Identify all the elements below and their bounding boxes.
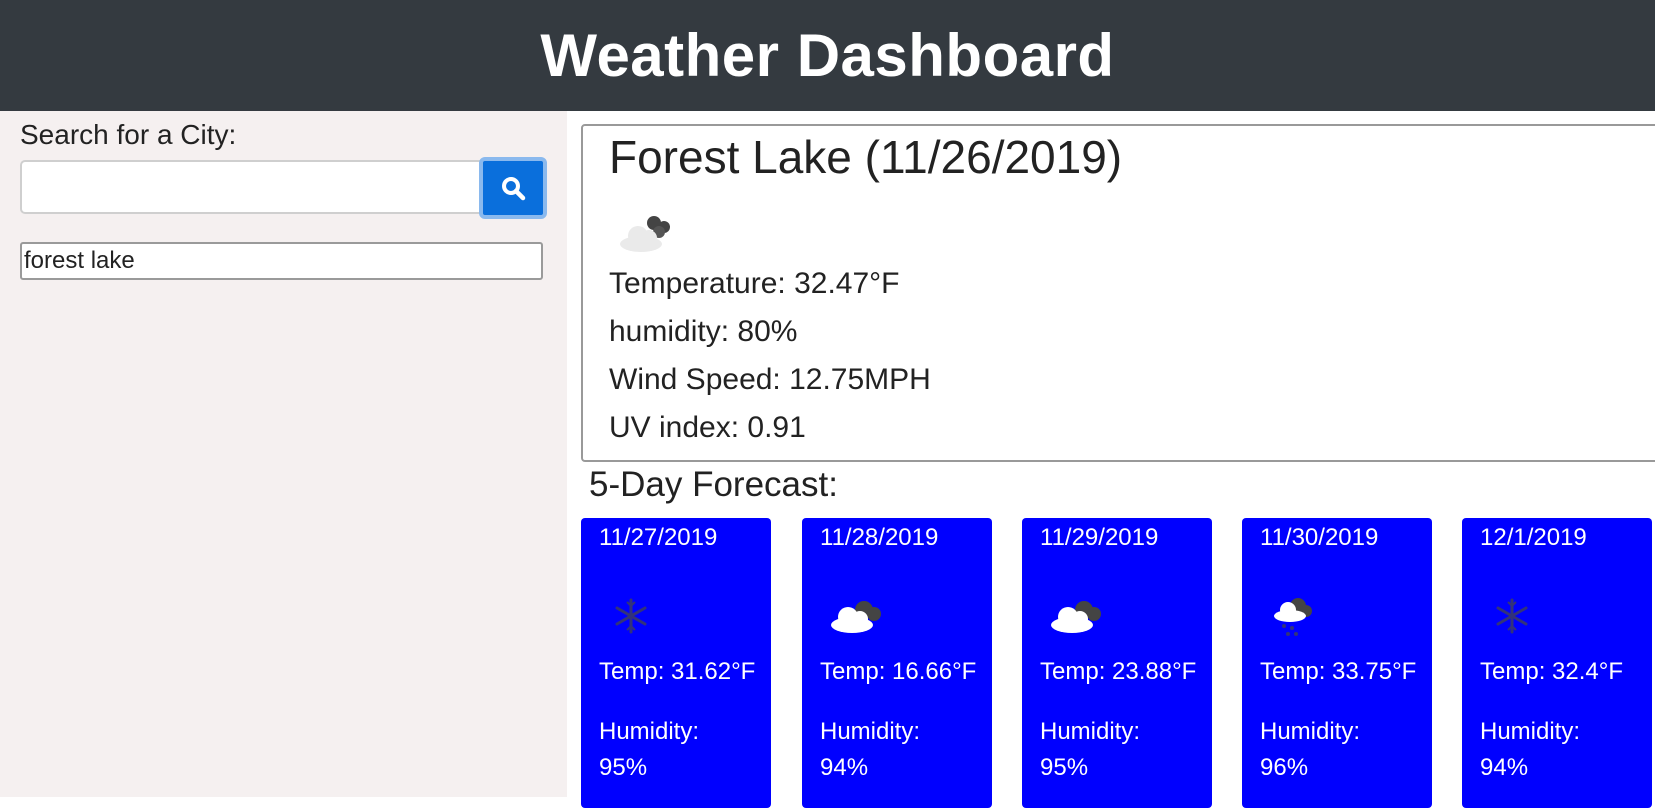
forecast-date: 11/28/2019 [820,524,939,551]
cloudy-icon [620,216,670,252]
forecast-temp: Temp: 33.75°F [1260,658,1417,685]
forecast-temp: Temp: 23.88°F [1040,658,1197,685]
forecast-temp: Temp: 16.66°F [820,658,977,685]
history-item[interactable]: forest lake [20,242,543,280]
current-humidity: humidity: 80% [609,315,798,348]
city-date-title: Forest Lake (11/26/2019) [609,131,1123,183]
forecast-humidity-label: Humidity: [1040,718,1141,745]
forecast-card: 12/1/2019 Temp: 32.4°F Humidity: 94% [1462,518,1652,808]
snow-icon [1496,598,1528,634]
forecast-humidity-label: Humidity: [1480,718,1581,745]
current-wind-speed: Wind Speed: 12.75MPH [609,363,931,396]
forecast-date: 11/30/2019 [1260,524,1379,551]
search-button[interactable] [479,157,547,219]
cloudy-icon [1051,601,1101,633]
search-icon [502,177,526,201]
forecast-humidity-label: Humidity: [599,718,700,745]
forecast-humidity-label: Humidity: [1260,718,1361,745]
forecast-humidity-value: 94% [820,754,869,781]
forecast-card: 11/29/2019 Temp: 23.88°F Humidity: 95% [1022,518,1212,808]
snow-icon [615,598,647,634]
cloudy-icon [831,601,881,633]
search-sidebar: Search for a City: forest lake [0,111,567,797]
forecast-humidity-label: Humidity: [820,718,921,745]
forecast-card: 11/30/2019 Temp: 33.75°F Humidity: 96% [1242,518,1432,808]
forecast-temp: Temp: 32.4°F [1480,658,1623,685]
current-uv-index: UV index: 0.91 [609,411,806,444]
forecast-card: 11/27/2019 Temp: 31.62°F Humidity: 95% [581,518,771,808]
forecast-humidity-value: 95% [599,754,648,781]
forecast-date: 11/29/2019 [1040,524,1159,551]
city-search-input[interactable] [20,160,480,214]
current-temperature: Temperature: 32.47°F [609,267,900,300]
search-label: Search for a City: [20,119,237,150]
page-header: Weather Dashboard [0,0,1655,111]
forecast-card: 11/28/2019 Temp: 16.66°F Humidity: 94% [802,518,992,808]
page-title: Weather Dashboard [540,22,1115,89]
snow-cloud-icon [1274,598,1312,636]
current-weather-card: Forest Lake (11/26/2019) Temperature: 32… [581,124,1655,462]
forecast-date: 11/27/2019 [599,524,718,551]
forecast-heading: 5-Day Forecast: [589,465,838,504]
forecast-humidity-value: 96% [1260,754,1309,781]
forecast-temp: Temp: 31.62°F [599,658,756,685]
forecast-date: 12/1/2019 [1480,524,1587,551]
forecast-humidity-value: 95% [1040,754,1089,781]
forecast-humidity-value: 94% [1480,754,1529,781]
